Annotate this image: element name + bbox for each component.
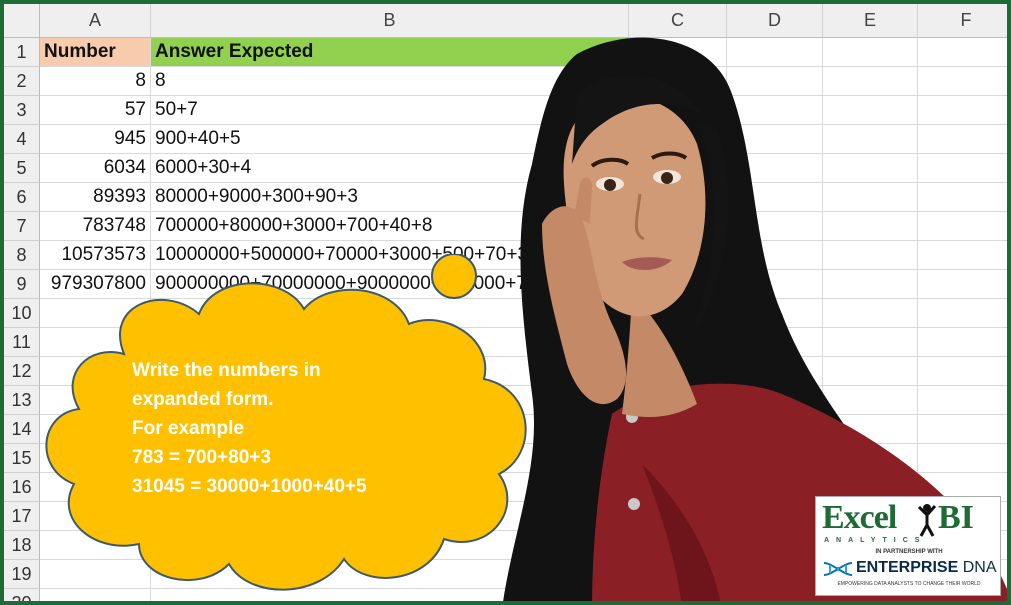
column-header-a[interactable]: A	[40, 4, 151, 38]
callout-line-1: Write the numbers in	[132, 360, 321, 381]
row-header-2[interactable]: 2	[4, 67, 40, 96]
logo-enterprise-dna-text: ENTERPRISE DNA	[856, 559, 997, 576]
window-frame: A B C D E F 1 2 3 4 5 6 7 8 9 10 11 12 1…	[0, 0, 1011, 605]
callout-line-2: expanded form.	[132, 389, 274, 410]
row-header-1[interactable]: 1	[4, 38, 40, 67]
logo-bi-text: BI	[938, 499, 974, 536]
cell-a5[interactable]: 6034	[40, 154, 151, 183]
row-header-6[interactable]: 6	[4, 183, 40, 212]
column-header-f[interactable]: F	[918, 4, 1007, 38]
excel-bi-logo: Excel BI ANALYTICS IN PARTNERSHIP WITH E…	[815, 496, 1001, 596]
jumping-figure-icon	[917, 504, 937, 537]
column-header-c[interactable]: C	[629, 4, 727, 38]
logo-analytics-text: ANALYTICS	[824, 537, 927, 544]
column-header-b[interactable]: B	[151, 4, 629, 38]
row-header-5[interactable]: 5	[4, 154, 40, 183]
cell-a6[interactable]: 89393	[40, 183, 151, 212]
callout-line-3: For example	[132, 418, 244, 439]
cell-a7[interactable]: 783748	[40, 212, 151, 241]
logo-partner-text: IN PARTNERSHIP WITH	[875, 549, 943, 555]
cell-a4[interactable]: 945	[40, 125, 151, 154]
dna-helix-icon	[823, 562, 853, 576]
row-header-4[interactable]: 4	[4, 125, 40, 154]
logo-excel-text: Excel	[822, 499, 897, 536]
row-header-7[interactable]: 7	[4, 212, 40, 241]
callout-line-4: 783 = 700+80+3	[132, 447, 271, 468]
cell-a2[interactable]: 8	[40, 67, 151, 96]
column-header-e[interactable]: E	[823, 4, 918, 38]
select-all-corner[interactable]	[4, 4, 40, 38]
column-header-d[interactable]: D	[727, 4, 823, 38]
cell-a1[interactable]: Number	[40, 38, 151, 67]
cell-a3[interactable]: 57	[40, 96, 151, 125]
row-header-3[interactable]: 3	[4, 96, 40, 125]
logo-tagline: EMPOWERING DATA ANALYSTS TO CHANGE THEIR…	[837, 581, 981, 587]
callout-line-5: 31045 = 30000+1000+40+5	[132, 476, 367, 497]
callout-text: Write the numbers in expanded form. For …	[132, 356, 367, 501]
